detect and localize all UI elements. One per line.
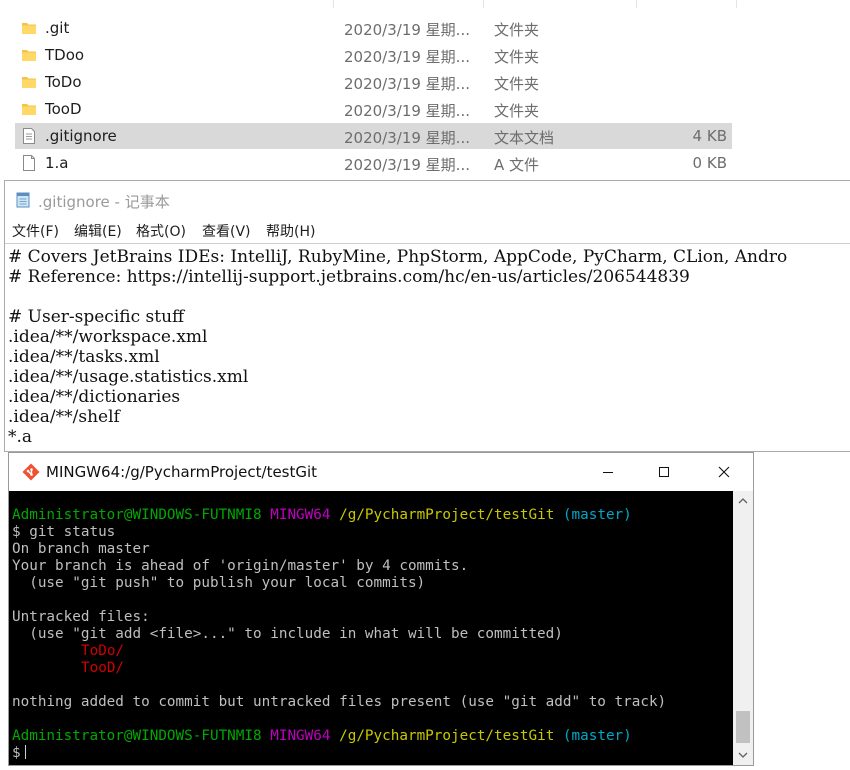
notepad-icon <box>15 191 31 209</box>
column-separator[interactable] <box>333 0 334 8</box>
file-name: 1.a <box>45 154 69 172</box>
maximize-button[interactable] <box>641 453 687 491</box>
folder-icon <box>21 73 37 91</box>
output-line: Your branch is ahead of 'origin/master' … <box>12 558 469 574</box>
menu-file[interactable]: 文件(F) <box>12 221 59 241</box>
folder-icon <box>21 19 37 37</box>
text-line: .idea/**/workspace.xml <box>8 327 208 347</box>
notepad-menubar: 文件(F) 编辑(E) 格式(O) 查看(V) 帮助(H) <box>5 219 850 243</box>
input-line[interactable]: $ <box>12 745 26 762</box>
file-date: 2020/3/19 星期... <box>344 21 470 39</box>
notepad-titlebar[interactable]: .gitignore - 记事本 <box>5 181 850 219</box>
column-separator[interactable] <box>483 0 484 8</box>
file-row-todo[interactable]: ToDo 2020/3/19 星期... 文件夹 <box>15 69 732 95</box>
chevron-down-icon <box>738 752 748 758</box>
file-name: ToDo <box>45 73 82 91</box>
git-logo-icon <box>21 462 41 482</box>
command-line: $ git status <box>12 524 116 540</box>
prompt-branch: (master) <box>562 507 632 523</box>
text-file-icon <box>21 127 37 145</box>
folder-icon <box>21 100 37 118</box>
notepad-window: .gitignore - 记事本 文件(F) 编辑(E) 格式(O) 查看(V)… <box>4 180 850 452</box>
prompt-branch: (master) <box>562 728 632 744</box>
prompt-env: MINGW64 <box>270 507 331 523</box>
file-type: 文件夹 <box>494 21 540 39</box>
file-row-gitignore[interactable]: .gitignore 2020/3/19 星期... 文本文档 4 KB <box>15 123 732 149</box>
menu-edit[interactable]: 编辑(E) <box>74 221 122 241</box>
prompt-user: Administrator@WINDOWS-FUTNMI8 <box>12 507 262 523</box>
folder-icon <box>21 46 37 64</box>
minimize-icon <box>603 472 613 473</box>
menu-help[interactable]: 帮助(H) <box>266 221 315 241</box>
file-date: 2020/3/19 星期... <box>344 102 470 120</box>
column-separator[interactable] <box>736 0 737 8</box>
git-bash-titlebar[interactable]: MINGW64:/g/PycharmProject/testGit <box>9 453 753 491</box>
file-size: 0 KB <box>692 154 727 172</box>
text-line: .idea/**/dictionaries <box>8 387 181 407</box>
close-button[interactable] <box>701 453 747 491</box>
prompt-path: /g/PycharmProject/testGit <box>339 507 555 523</box>
file-date: 2020/3/19 星期... <box>344 75 470 93</box>
file-date: 2020/3/19 星期... <box>344 129 470 147</box>
text-line: # Reference: https://intellij-support.je… <box>8 267 690 287</box>
terminal-output[interactable]: Administrator@WINDOWS-FUTNMI8 MINGW64 /g… <box>9 491 733 765</box>
terminal-scrollbar[interactable] <box>733 491 753 765</box>
scroll-thumb[interactable] <box>736 711 750 743</box>
prompt-env: MINGW64 <box>270 728 331 744</box>
column-separator[interactable] <box>636 0 637 8</box>
final-prompt: $ <box>12 745 21 761</box>
file-row-tood[interactable]: TooD 2020/3/19 星期... 文件夹 <box>15 96 732 122</box>
file-row-git[interactable]: .git 2020/3/19 星期... 文件夹 <box>15 15 732 41</box>
file-type: A 文件 <box>494 156 540 174</box>
file-type: 文件夹 <box>494 48 540 66</box>
text-line: .idea/**/tasks.xml <box>8 347 160 367</box>
text-cursor <box>24 745 26 759</box>
notepad-title: .gitignore - 记事本 <box>38 193 170 211</box>
minimize-button[interactable] <box>585 453 631 491</box>
menu-format[interactable]: 格式(O) <box>136 221 186 241</box>
git-bash-title: MINGW64:/g/PycharmProject/testGit <box>46 463 318 481</box>
file-row-1a[interactable]: 1.a 2020/3/19 星期... A 文件 0 KB <box>15 150 732 176</box>
text-line: .idea/**/shelf <box>8 407 120 427</box>
prompt-line: Administrator@WINDOWS-FUTNMI8 MINGW64 /g… <box>12 507 632 524</box>
close-icon <box>718 466 730 478</box>
scroll-down-button[interactable] <box>733 745 753 765</box>
summary-line: nothing added to commit but untracked fi… <box>12 694 667 710</box>
output-line: On branch master <box>12 541 150 557</box>
text-line: # User-specific stuff <box>8 307 185 327</box>
file-row-tdoo[interactable]: TDoo 2020/3/19 星期... 文件夹 <box>15 42 732 68</box>
output-line: (use "git add <file>..." to include in w… <box>12 626 563 642</box>
text-line: .idea/**/usage.statistics.xml <box>8 367 249 387</box>
file-type: 文件夹 <box>494 75 540 93</box>
output-line: (use "git push" to publish your local co… <box>12 575 426 591</box>
untracked-file: TooD/ <box>81 660 125 676</box>
maximize-icon <box>659 467 669 477</box>
git-bash-window: MINGW64:/g/PycharmProject/testGit Admini… <box>8 452 754 766</box>
text-line: # Covers JetBrains IDEs: IntelliJ, RubyM… <box>8 247 788 267</box>
text-line: *.a <box>8 427 33 447</box>
scroll-up-button[interactable] <box>733 491 753 511</box>
chevron-up-icon <box>738 498 748 504</box>
file-date: 2020/3/19 星期... <box>344 48 470 66</box>
file-type: 文本文档 <box>494 129 555 147</box>
file-size: 4 KB <box>692 127 727 145</box>
output-line: Untracked files: <box>12 609 150 625</box>
file-date: 2020/3/19 星期... <box>344 156 470 174</box>
file-name: .git <box>45 19 70 37</box>
menu-view[interactable]: 查看(V) <box>202 221 251 241</box>
prompt-user: Administrator@WINDOWS-FUTNMI8 <box>12 728 262 744</box>
file-name: TooD <box>45 100 82 118</box>
file-explorer-list: .git 2020/3/19 星期... 文件夹 TDoo 2020/3/19 … <box>0 0 850 180</box>
file-name: .gitignore <box>45 127 117 145</box>
file-type: 文件夹 <box>494 102 540 120</box>
file-icon <box>21 154 37 172</box>
notepad-text-area[interactable]: # Covers JetBrains IDEs: IntelliJ, RubyM… <box>5 243 850 451</box>
untracked-file: ToDo/ <box>81 643 125 659</box>
prompt-path: /g/PycharmProject/testGit <box>339 728 555 744</box>
file-name: TDoo <box>45 46 85 64</box>
prompt-line: Administrator@WINDOWS-FUTNMI8 MINGW64 /g… <box>12 728 632 745</box>
